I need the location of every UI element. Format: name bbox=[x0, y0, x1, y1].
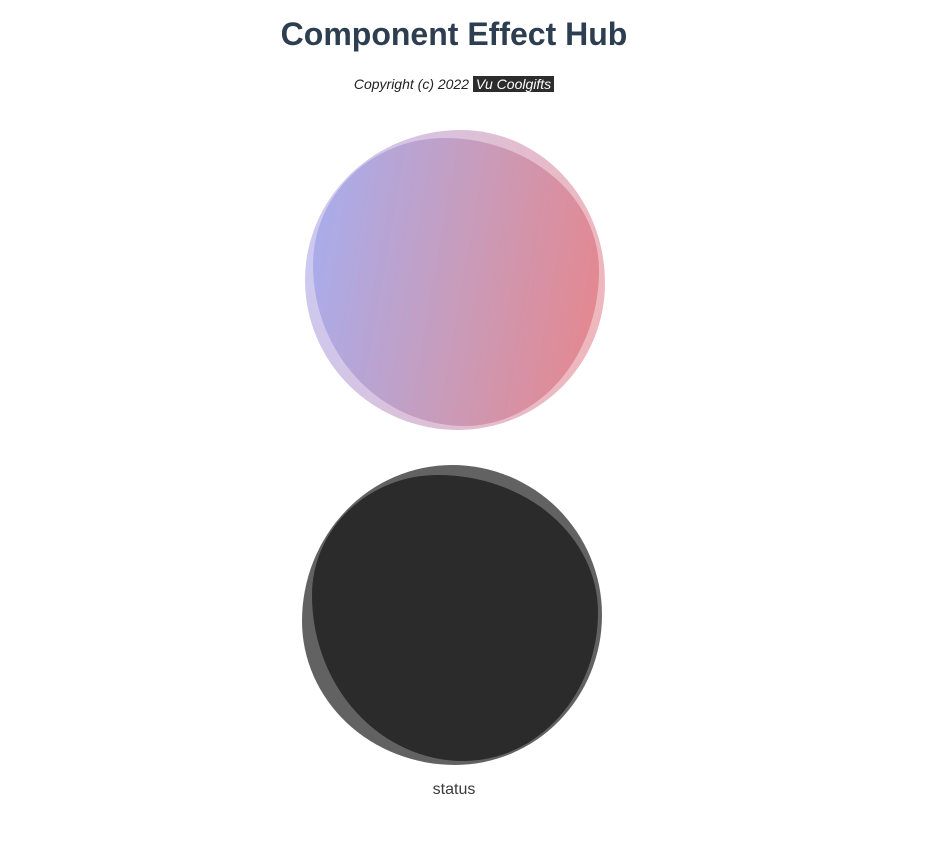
gradient-blob[interactable] bbox=[305, 130, 605, 430]
author-link[interactable]: Vu Coolgifts bbox=[472, 76, 555, 92]
dark-blob[interactable] bbox=[302, 465, 602, 765]
page-title: Component Effect Hub bbox=[280, 16, 628, 52]
copyright-text: Copyright (c) 2022 bbox=[353, 76, 470, 92]
status-label: status bbox=[432, 781, 476, 798]
copyright-line: Copyright (c) 2022 Vu Coolgifts bbox=[0, 75, 908, 93]
